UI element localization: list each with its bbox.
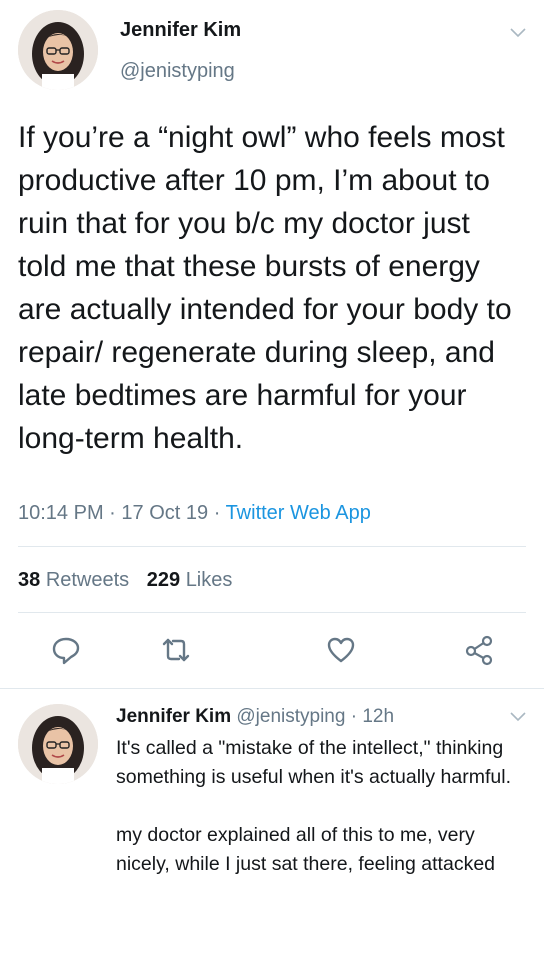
meta-separator: · [213, 502, 221, 524]
likes-stat[interactable]: 229 Likes [147, 569, 233, 591]
tweet-stats: 38 Retweets 229 Likes [18, 569, 232, 592]
retweets-label: Retweets [45, 569, 130, 591]
chevron-down-icon[interactable] [510, 28, 526, 38]
reply-author-name[interactable]: Jennifer Kim [116, 706, 231, 727]
tweet-meta: 10:14 PM · 17 Oct 19 · Twitter Web App [18, 502, 371, 525]
reply-avatar[interactable] [18, 704, 98, 784]
reply-separator: · [350, 706, 358, 727]
tweet-date[interactable]: 17 Oct 19 [121, 502, 208, 524]
author-name[interactable]: Jennifer Kim [120, 19, 241, 42]
share-icon[interactable] [463, 634, 495, 666]
tweet-text: If you’re a “night owl” who feels most p… [18, 121, 512, 455]
retweets-stat[interactable]: 38 Retweets [18, 569, 135, 591]
retweets-count: 38 [18, 569, 41, 591]
divider [18, 546, 526, 547]
like-icon[interactable] [325, 634, 357, 666]
reply-age[interactable]: 12h [362, 706, 394, 727]
tweet-source-link[interactable]: Twitter Web App [226, 502, 371, 524]
author-handle[interactable]: @jenistyping [120, 60, 235, 83]
retweet-icon[interactable] [160, 634, 192, 666]
likes-count: 229 [146, 569, 181, 591]
divider [0, 688, 544, 689]
tweet-time: 10:14 PM [18, 502, 104, 524]
reply-text: It's called a "mistake of the intellect,… [116, 737, 511, 875]
divider [18, 612, 526, 613]
chevron-down-icon[interactable] [510, 712, 526, 722]
meta-separator: · [109, 502, 116, 524]
likes-label: Likes [185, 569, 233, 591]
reply-icon[interactable] [50, 634, 82, 666]
avatar[interactable] [18, 10, 98, 90]
reply-author-handle[interactable]: @jenistyping [236, 706, 345, 727]
reply-header: Jennifer Kim @jenistyping · 12h [116, 706, 394, 728]
